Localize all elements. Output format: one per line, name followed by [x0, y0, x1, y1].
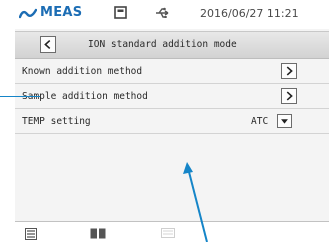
- title-bar: ION standard addition mode: [15, 31, 329, 59]
- annotation-arrow-icon: [183, 162, 208, 242]
- brand-name: MEAS: [40, 5, 83, 20]
- temp-setting-dropdown[interactable]: [277, 114, 292, 128]
- sd-card-icon: [114, 6, 127, 19]
- chevron-right-icon: [286, 66, 293, 76]
- menu-item-sample-addition[interactable]: Sample addition method: [15, 84, 329, 109]
- menu-item-known-addition[interactable]: Known addition method: [15, 59, 329, 84]
- menu-item-label: Known addition method: [22, 66, 143, 77]
- book-icon[interactable]: [90, 228, 106, 239]
- open-sample-addition-button[interactable]: [281, 88, 297, 104]
- back-button[interactable]: [40, 36, 56, 53]
- menu-item-label: Sample addition method: [22, 91, 148, 102]
- bottom-toolbar: [15, 221, 329, 242]
- temp-setting-value: ATC: [251, 116, 269, 127]
- chevron-left-icon: [44, 39, 51, 50]
- brand-logo: MEAS: [19, 5, 82, 20]
- annotation-line: [0, 96, 40, 97]
- list-icon[interactable]: [25, 228, 37, 240]
- page-title: ION standard addition mode: [88, 39, 237, 50]
- menu-item-label: TEMP setting: [22, 116, 91, 127]
- dropdown-arrow-icon: [281, 119, 288, 124]
- faded-icon[interactable]: [161, 228, 175, 238]
- open-known-addition-button[interactable]: [281, 63, 297, 79]
- device-screen: MEAS 2016/06/27 11:21 ION standard addit…: [15, 0, 329, 242]
- usb-icon: [156, 7, 169, 18]
- chevron-right-icon: [286, 91, 293, 101]
- status-bar: MEAS 2016/06/27 11:21: [15, 0, 329, 29]
- menu-item-temp-setting[interactable]: TEMP setting ATC: [15, 109, 329, 134]
- meas-logo-icon: [19, 8, 37, 18]
- date-time: 2016/06/27 11:21: [200, 7, 299, 20]
